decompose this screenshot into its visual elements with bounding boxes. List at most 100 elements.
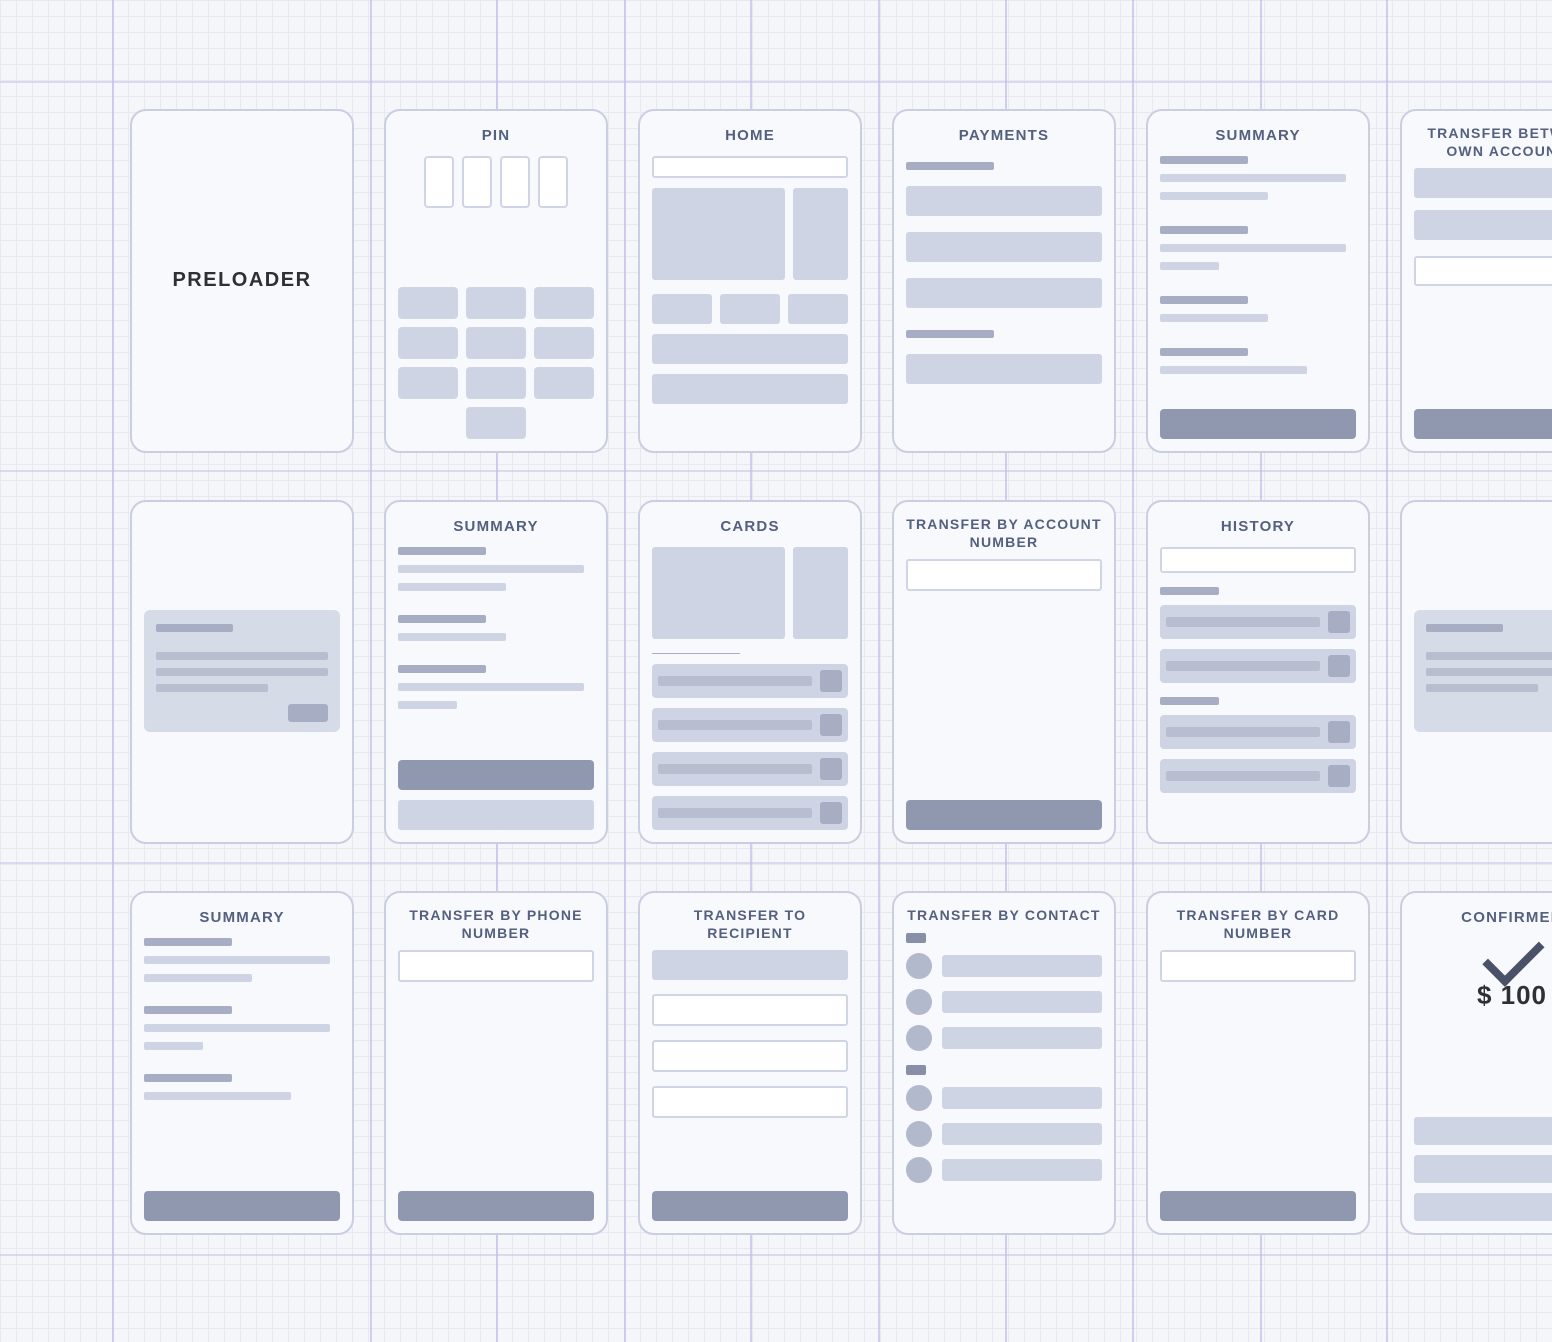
screen-transfer-account[interactable]: TRANSFER BY ACCOUNT NUMBER [892,500,1116,844]
pin-digit[interactable] [424,156,454,208]
value [1160,262,1219,270]
screen-history[interactable]: HISTORY [1146,500,1370,844]
history-row[interactable] [1160,759,1356,793]
amount-input[interactable] [1414,256,1552,286]
account-to[interactable] [1414,210,1552,240]
keypad-key[interactable] [466,367,526,399]
screen-title: SUMMARY [144,909,340,928]
form-input[interactable] [652,1086,848,1118]
dialog-ok-button[interactable] [288,704,328,722]
card-action[interactable] [652,796,848,830]
screen-title: PIN [398,127,594,146]
contact-row[interactable] [906,1121,1102,1147]
value [398,565,584,573]
value [144,1042,203,1050]
pin-digit[interactable] [500,156,530,208]
recipient-card[interactable] [652,950,848,980]
keypad-key[interactable] [534,367,594,399]
keypad-key[interactable] [398,327,458,359]
section-label [906,330,994,338]
search-input[interactable] [652,156,848,178]
form-input[interactable] [652,1040,848,1072]
screen-transfer-own[interactable]: TRANSFER BETWEEN OWN ACCOUNTS [1400,109,1552,453]
keypad-key[interactable] [466,287,526,319]
screen-payments[interactable]: PAYMENTS [892,109,1116,453]
payment-row[interactable] [906,278,1102,308]
keypad-key[interactable] [534,287,594,319]
primary-button[interactable] [1160,409,1356,439]
contact-row[interactable] [906,1025,1102,1051]
screen-title: TRANSFER BETWEEN OWN ACCOUNTS [1414,125,1552,160]
screen-transfer-recipient[interactable]: TRANSFER TO RECIPIENT [638,891,862,1235]
label [1160,226,1248,234]
chevron-icon [820,758,842,780]
hero-card[interactable] [652,188,785,280]
pin-digit[interactable] [538,156,568,208]
screen-title: CONFIRMED [1414,909,1552,928]
form-input[interactable] [652,994,848,1026]
pin-digit[interactable] [462,156,492,208]
primary-button[interactable] [652,1191,848,1221]
amount-chip [1328,721,1350,743]
contact-row[interactable] [906,953,1102,979]
screen-transfer-card[interactable]: TRANSFER BY CARD NUMBER [1146,891,1370,1235]
screen-transfer-contact[interactable]: TRANSFER BY CONTACT [892,891,1116,1235]
primary-button[interactable] [398,1191,594,1221]
card-action[interactable] [652,664,848,698]
payment-row[interactable] [906,186,1102,216]
screen-home[interactable]: HOME [638,109,862,453]
primary-button[interactable] [144,1191,340,1221]
contact-row[interactable] [906,989,1102,1015]
screen-dialog-1[interactable] [130,500,354,844]
tile[interactable] [788,294,848,324]
label [144,938,232,946]
account-number-input[interactable] [906,559,1102,591]
guide-h [0,81,1552,83]
filter-input[interactable] [1160,547,1356,573]
tile[interactable] [652,294,712,324]
history-row[interactable] [1160,649,1356,683]
screen-dialog-2[interactable] [1400,500,1552,844]
value [398,701,457,709]
tile[interactable] [720,294,780,324]
primary-button[interactable] [1414,409,1552,439]
history-row[interactable] [1160,715,1356,749]
primary-button[interactable] [906,800,1102,830]
section-label [652,653,740,654]
guide-h [0,862,1552,864]
history-row[interactable] [1160,605,1356,639]
date-label [1160,587,1219,595]
secondary-button[interactable] [398,800,594,830]
screen-cards[interactable]: CARDS [638,500,862,844]
phone-number-input[interactable] [398,950,594,982]
screen-transfer-phone[interactable]: TRANSFER BY PHONE NUMBER [384,891,608,1235]
keypad-key[interactable] [398,287,458,319]
contact-row[interactable] [906,1157,1102,1183]
keypad-key[interactable] [466,327,526,359]
card-preview[interactable] [652,547,785,639]
keypad-key[interactable] [534,327,594,359]
section-letter [906,933,926,943]
card-action[interactable] [652,752,848,786]
primary-button[interactable] [398,760,594,790]
payment-row[interactable] [906,232,1102,262]
card-action[interactable] [652,708,848,742]
screen-summary-3[interactable]: SUMMARY [130,891,354,1235]
screen-summary-2[interactable]: SUMMARY [384,500,608,844]
screen-summary-1[interactable]: SUMMARY [1146,109,1370,453]
side-card[interactable] [793,188,848,280]
screen-pin[interactable]: PIN [384,109,608,453]
payment-row[interactable] [906,354,1102,384]
list-row[interactable] [652,334,848,364]
account-from[interactable] [1414,168,1552,198]
primary-button[interactable] [1160,1191,1356,1221]
card-preview-alt[interactable] [793,547,848,639]
contact-row[interactable] [906,1085,1102,1111]
keypad-key[interactable] [466,407,526,439]
screen-preloader[interactable]: PRELOADER [130,109,354,453]
screen-confirmed[interactable]: CONFIRMED $ 100 [1400,891,1552,1235]
avatar-icon [906,1025,932,1051]
card-number-input[interactable] [1160,950,1356,982]
keypad-key[interactable] [398,367,458,399]
list-row[interactable] [652,374,848,404]
